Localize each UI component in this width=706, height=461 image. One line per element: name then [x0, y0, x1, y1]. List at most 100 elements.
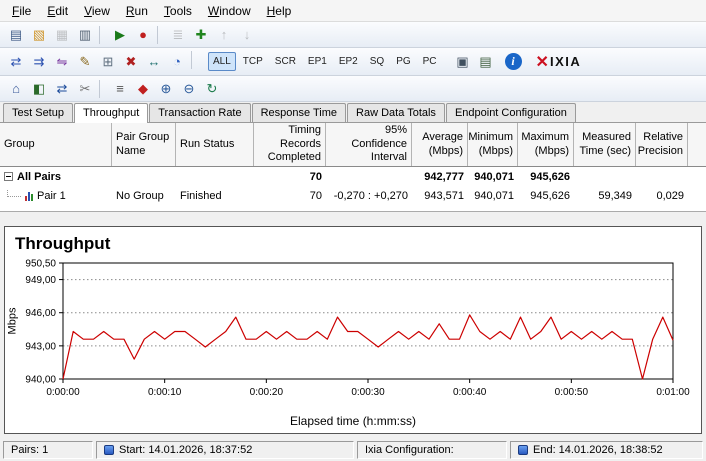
- start-time-icon: [104, 445, 114, 455]
- column-header[interactable]: 95% Confidence Interval: [326, 123, 412, 166]
- pair-label: Pair 1: [37, 189, 66, 202]
- svg-text:950,50: 950,50: [25, 259, 56, 270]
- column-header[interactable]: Minimum (Mbps): [468, 123, 518, 166]
- link-endpoints-icon[interactable]: ⇄: [51, 78, 73, 99]
- column-header[interactable]: Run Status: [176, 123, 254, 166]
- cut-pair-icon[interactable]: ✂: [74, 78, 96, 99]
- status-start-text: Start: 14.01.2026, 18:37:52: [119, 444, 253, 456]
- view-all-button[interactable]: ALL: [208, 52, 236, 71]
- cell-timing-records: 70: [309, 189, 322, 202]
- add-endpoint-icon[interactable]: ◧: [28, 78, 50, 99]
- menu-bar: File Edit View Run Tools Window Help: [0, 0, 706, 22]
- table-row-all-pairs[interactable]: All Pairs 70 942,777 940,071 945,626: [0, 167, 706, 186]
- view-pc-button[interactable]: PC: [418, 52, 442, 71]
- toolbar-icon: [99, 25, 106, 44]
- column-header[interactable]: Relative Precision: [636, 123, 688, 166]
- snapshot-icon[interactable]: ▣: [452, 51, 474, 72]
- column-header[interactable]: Measured Time (sec): [574, 123, 636, 166]
- print-icon[interactable]: ▥: [74, 24, 96, 45]
- report-icon[interactable]: ▤: [475, 51, 497, 72]
- edit-pair-icon[interactable]: ✎: [74, 51, 96, 72]
- ixia-logo-text: IXIA: [549, 54, 582, 69]
- status-end-text: End: 14.01.2026, 18:38:52: [533, 444, 663, 456]
- menu-item[interactable]: Run: [118, 1, 156, 21]
- cell-group: Pair 1: [0, 189, 112, 202]
- menu-item[interactable]: Help: [259, 1, 300, 21]
- cell-confidence: -0,270 : +0,270: [333, 189, 408, 202]
- chart-x-axis-label: Elapsed time (h:mm:ss): [289, 414, 417, 428]
- ixia-logo-mark-icon: ✕: [535, 53, 549, 71]
- add-multicast-group-icon[interactable]: ⇉: [28, 51, 50, 72]
- toolbar-view: ⇄ ⇉ ⇋ ✎ ⊞ ✖ ↔ ◔ ALL TCP SCR EP1 EP2 SQ PG PC ▣ ▤ i ✕ IX…: [0, 48, 706, 76]
- color-legend-icon[interactable]: ◆: [132, 78, 154, 99]
- group-label: All Pairs: [17, 170, 62, 183]
- throughput-line-chart: 940,00 943,00 946,00 949,00 950,50 0:00:00 0:0…: [25, 259, 690, 399]
- view-tcp-button[interactable]: TCP: [238, 52, 268, 71]
- move-up-icon[interactable]: ↑: [213, 24, 235, 45]
- view-ep2-button[interactable]: EP2: [334, 52, 363, 71]
- add-vpn-pair-icon[interactable]: ⇋: [51, 51, 73, 72]
- delete-pair-icon[interactable]: ✖: [120, 51, 142, 72]
- cell-minimum: 940,071: [474, 189, 514, 202]
- refresh-icon[interactable]: ↻: [201, 78, 223, 99]
- tab[interactable]: Raw Data Totals: [347, 103, 445, 122]
- column-header[interactable]: Average (Mbps): [412, 123, 468, 166]
- toolbar-pairs: ⌂ ◧ ⇄ ✂ ≡ ◆ ⊕ ⊖ ↻: [0, 76, 706, 102]
- toolbar-icon: [191, 51, 198, 69]
- tab[interactable]: Test Setup: [3, 103, 73, 122]
- status-start: Start: 14.01.2026, 18:37:52: [96, 441, 354, 459]
- column-header[interactable]: Timing Records Completed: [254, 123, 326, 166]
- add-console-icon[interactable]: ⌂: [5, 78, 27, 99]
- menu-item[interactable]: Tools: [156, 1, 200, 21]
- cell-pair-group: No Group: [116, 189, 164, 202]
- add-endpoint-pair-icon[interactable]: ⇄: [5, 51, 27, 72]
- cell-run-status: Finished: [180, 189, 222, 202]
- view-results-icon[interactable]: ≣: [167, 24, 189, 45]
- menu-item[interactable]: Edit: [39, 1, 76, 21]
- save-test-icon[interactable]: ▦: [51, 24, 73, 45]
- column-header[interactable]: Pair Group Name: [112, 123, 176, 166]
- move-down-icon[interactable]: ↓: [236, 24, 258, 45]
- pair-tools-group: ⇄ ⇉ ⇋ ✎ ⊞ ✖ ↔ ◔: [5, 51, 200, 72]
- table-row-pair1[interactable]: Pair 1 No Group Finished 70 -0,270 : +0,…: [0, 186, 706, 205]
- toolbar-icon: [157, 25, 164, 44]
- view-ep1-button[interactable]: EP1: [303, 52, 332, 71]
- abort-test-icon[interactable]: ●: [132, 24, 154, 45]
- tab[interactable]: Response Time: [251, 103, 347, 122]
- menu-item[interactable]: View: [76, 1, 118, 21]
- tab[interactable]: Transaction Rate: [149, 103, 251, 122]
- view-pg-button[interactable]: PG: [391, 52, 415, 71]
- run-test-icon[interactable]: ▶: [109, 24, 131, 45]
- tab[interactable]: Endpoint Configuration: [445, 103, 576, 122]
- schedule-icon[interactable]: ◔: [166, 51, 188, 72]
- view-scr-button[interactable]: SCR: [270, 52, 301, 71]
- add-item-icon[interactable]: ✚: [190, 24, 212, 45]
- new-test-icon[interactable]: ▤: [5, 24, 27, 45]
- toolbar-main: ▤ ▧ ▦ ▥ ▶ ● ≣ ✚ ↑ ↓: [0, 22, 706, 48]
- pair-chart-icon: [25, 191, 33, 201]
- info-button[interactable]: i: [504, 53, 522, 70]
- menu-item[interactable]: File: [4, 1, 39, 21]
- tab[interactable]: Throughput: [73, 103, 149, 123]
- connect-endpoints-icon[interactable]: ↔: [143, 51, 165, 72]
- view-sq-button[interactable]: SQ: [365, 52, 389, 71]
- menu-item[interactable]: Window: [200, 1, 259, 21]
- toolbar-icon: [99, 79, 106, 98]
- zoom-in-icon[interactable]: ⊕: [155, 78, 177, 99]
- column-header[interactable]: Maximum (Mbps): [518, 123, 574, 166]
- status-config-text: Ixia Configuration:: [365, 444, 454, 456]
- column-header[interactable]: Group: [0, 123, 112, 166]
- svg-text:0:00:40: 0:00:40: [453, 387, 487, 398]
- pair-properties-icon[interactable]: ≡: [109, 78, 131, 99]
- open-test-icon[interactable]: ▧: [28, 24, 50, 45]
- svg-text:0:00:10: 0:00:10: [148, 387, 182, 398]
- collapse-expander-icon[interactable]: [4, 172, 13, 181]
- svg-text:940,00: 940,00: [25, 375, 56, 386]
- copy-pair-icon[interactable]: ⊞: [97, 51, 119, 72]
- status-end: End: 14.01.2026, 18:38:52: [510, 441, 703, 459]
- cell-group: All Pairs: [0, 171, 112, 183]
- end-time-icon: [518, 445, 528, 455]
- zoom-out-icon[interactable]: ⊖: [178, 78, 200, 99]
- throughput-chart-panel: Throughput Mbps 940,00 943,00 946,00 949,00…: [4, 226, 702, 434]
- svg-text:0:00:30: 0:00:30: [351, 387, 385, 398]
